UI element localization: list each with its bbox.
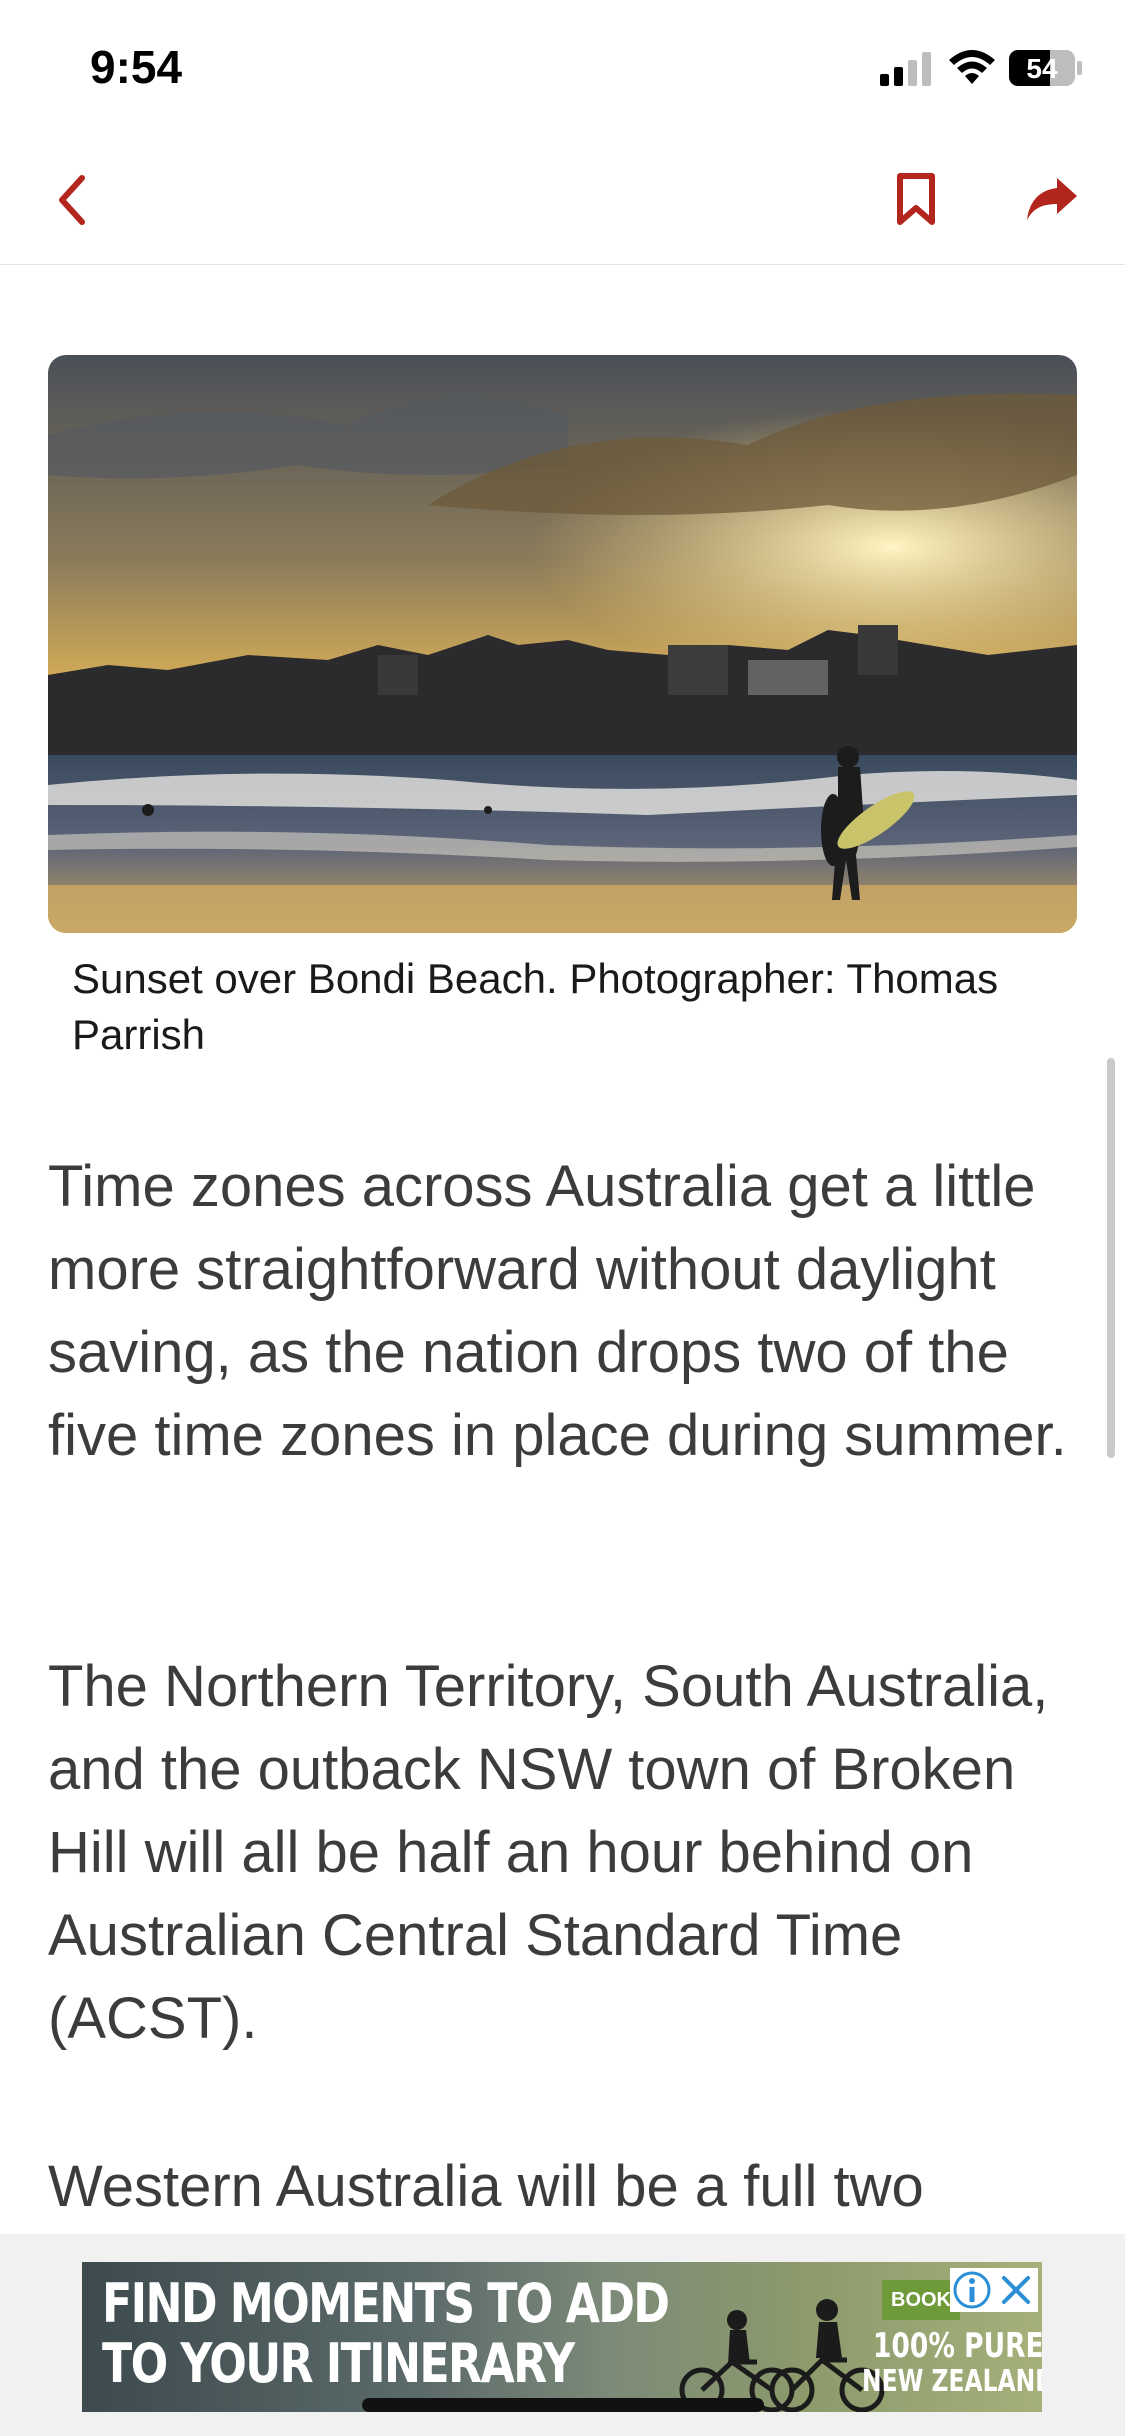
ad-book-button[interactable]: BOOK bbox=[882, 2280, 960, 2320]
article-toolbar bbox=[0, 132, 1125, 265]
article-screen: 9:54 54 Sunset over Bondi Beach. Photogr… bbox=[0, 0, 1125, 2436]
wifi-icon bbox=[949, 50, 995, 84]
image-caption: Sunset over Bondi Beach. Photographer: T… bbox=[72, 955, 999, 1058]
ad-headline-line2: TO YOUR ITINERARY bbox=[102, 2332, 575, 2395]
back-button[interactable] bbox=[40, 168, 104, 232]
bookmark-icon bbox=[897, 173, 935, 225]
share-button[interactable] bbox=[1020, 168, 1084, 232]
status-time: 9:54 bbox=[90, 41, 183, 93]
share-arrow-icon bbox=[1027, 178, 1077, 220]
scroll-indicator[interactable] bbox=[1107, 1058, 1115, 1458]
battery-icon: 54 bbox=[1009, 50, 1082, 86]
article-paragraph: Western Australia will be a full two bbox=[48, 2154, 924, 2219]
ad-headline: FIND MOMENTS TO ADD TO YOUR ITINERARY bbox=[102, 2272, 670, 2395]
article-paragraph: The Northern Territory, South Australia,… bbox=[48, 1654, 1049, 2051]
beach-sunset-photo bbox=[48, 355, 1077, 933]
ad-banner[interactable]: FIND MOMENTS TO ADD TO YOUR ITINERARY BO… bbox=[82, 2262, 1042, 2412]
battery-level: 54 bbox=[1026, 53, 1058, 84]
info-icon[interactable] bbox=[950, 2268, 994, 2312]
ad-tagline-line1: 100% PURE bbox=[872, 2326, 1042, 2366]
ad-tagline: 100% PURE NEW ZEALAND bbox=[862, 2328, 1042, 2400]
article-paragraph: Time zones across Australia get a little… bbox=[48, 1154, 1067, 1468]
chevron-left-icon bbox=[59, 175, 85, 225]
close-icon[interactable] bbox=[994, 2268, 1038, 2312]
ad-tagline-line2: NEW ZEALAND bbox=[862, 2364, 1042, 2399]
ad-headline-line1: FIND MOMENTS TO ADD bbox=[102, 2272, 670, 2335]
cellular-signal-icon bbox=[880, 52, 931, 86]
article-body: Sunset over Bondi Beach. Photographer: T… bbox=[0, 265, 1125, 2235]
status-bar: 9:54 54 bbox=[0, 0, 1125, 132]
home-indicator[interactable] bbox=[362, 2398, 764, 2412]
bookmark-button[interactable] bbox=[884, 168, 948, 232]
article-hero-image bbox=[48, 355, 1077, 933]
